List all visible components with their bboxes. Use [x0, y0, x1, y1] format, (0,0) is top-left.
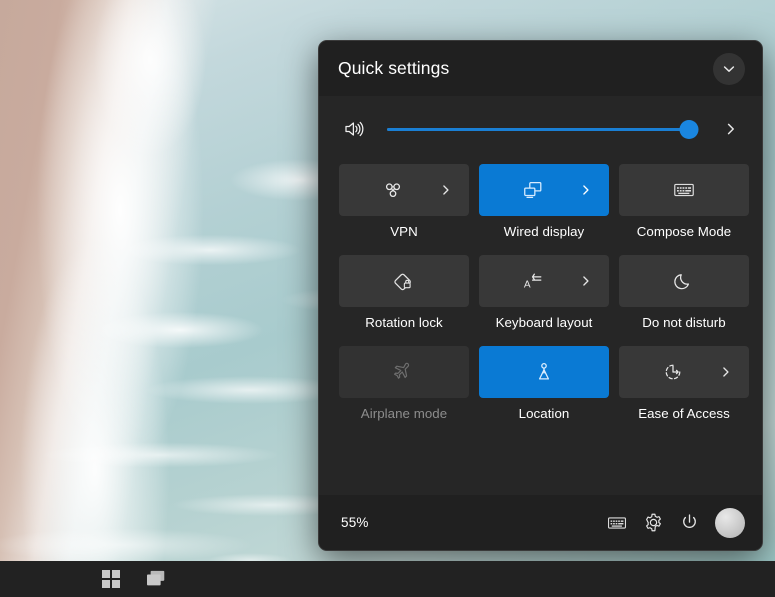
start-button[interactable]: [88, 561, 134, 597]
svg-text:A: A: [524, 279, 531, 290]
tile-button-location[interactable]: [479, 346, 609, 398]
tile-button-airplane-mode[interactable]: [339, 346, 469, 398]
windows-start-icon: [102, 570, 120, 588]
gear-icon: [645, 513, 661, 532]
chevron-right-icon: [583, 276, 589, 286]
tile-label: Do not disturb: [642, 315, 726, 330]
chevron-right-icon: [443, 185, 449, 195]
tile-label: Rotation lock: [365, 315, 443, 330]
rotation-lock-icon: [392, 269, 416, 293]
tile-arrow-wired-display[interactable]: [579, 183, 593, 197]
quick-settings-header: Quick settings: [319, 41, 762, 96]
quick-settings-flyout: Quick settings VPN Wired display Compose…: [318, 40, 763, 551]
tile-button-keyboard-layout[interactable]: A: [479, 255, 609, 307]
keyboard-icon: [672, 180, 696, 200]
volume-row: [319, 96, 762, 162]
tile-wired-display: Wired display: [479, 164, 609, 251]
chevron-right-icon: [583, 185, 589, 195]
tile-do-not-disturb: Do not disturb: [619, 255, 749, 342]
ease-of-access-icon: [662, 361, 684, 383]
taskbar: [0, 561, 775, 597]
on-screen-keyboard-button[interactable]: [599, 505, 635, 541]
tile-rotation-lock: Rotation lock: [339, 255, 469, 342]
tile-button-wired-display[interactable]: [479, 164, 609, 216]
tile-label: Location: [518, 406, 570, 421]
slider-fill: [387, 127, 689, 131]
airplane-icon: [392, 360, 416, 384]
volume-high-icon[interactable]: [341, 119, 367, 139]
tile-ease-of-access: Ease of Access: [619, 346, 749, 433]
collapse-button[interactable]: [713, 52, 745, 85]
task-view-icon: [147, 570, 165, 586]
keyboard-icon: [607, 516, 627, 529]
tile-arrow-keyboard-layout[interactable]: [579, 274, 593, 288]
tile-label: Airplane mode: [360, 406, 448, 421]
chevron-right-icon: [727, 123, 734, 135]
tile-compose-mode: Compose Mode: [619, 164, 749, 251]
volume-slider[interactable]: [387, 116, 699, 142]
battery-percentage: 55%: [341, 515, 369, 530]
tile-label: Ease of Access: [638, 406, 730, 421]
tile-arrow-vpn[interactable]: [439, 183, 453, 197]
keyboard-layout-icon: A: [521, 270, 545, 292]
tile-button-do-not-disturb[interactable]: [619, 255, 749, 307]
wired-display-icon: [521, 179, 545, 201]
tile-location: Location: [479, 346, 609, 433]
tile-button-vpn[interactable]: [339, 164, 469, 216]
tile-keyboard-layout: A Keyboard layout: [479, 255, 609, 342]
tile-button-ease-of-access[interactable]: [619, 346, 749, 398]
tile-label: Compose Mode: [636, 224, 732, 239]
tile-airplane-mode: Airplane mode: [339, 346, 469, 433]
settings-button[interactable]: [635, 505, 671, 541]
vpn-icon: [382, 179, 404, 201]
desktop-screen: Quick settings VPN Wired display Compose…: [0, 0, 775, 597]
tile-vpn: VPN: [339, 164, 469, 251]
tile-label: VPN: [390, 224, 418, 239]
moon-icon: [673, 270, 695, 292]
tile-label: Keyboard layout: [495, 315, 593, 330]
task-view-button[interactable]: [134, 561, 180, 597]
tile-button-compose-mode[interactable]: [619, 164, 749, 216]
volume-expand-button[interactable]: [716, 114, 746, 144]
chevron-down-icon: [723, 65, 735, 72]
power-button[interactable]: [671, 505, 707, 541]
quick-settings-tiles: VPN Wired display Compose Mode Rotation …: [319, 164, 762, 433]
location-icon: [533, 360, 555, 384]
quick-settings-footer: 55%: [319, 495, 762, 550]
page-title: Quick settings: [338, 58, 450, 78]
tile-arrow-ease-of-access[interactable]: [719, 365, 733, 379]
chevron-right-icon: [723, 367, 729, 377]
tile-button-rotation-lock[interactable]: [339, 255, 469, 307]
power-icon: [682, 514, 696, 528]
tile-label: Wired display: [503, 224, 585, 239]
avatar[interactable]: [715, 507, 745, 538]
slider-thumb[interactable]: [679, 119, 699, 139]
